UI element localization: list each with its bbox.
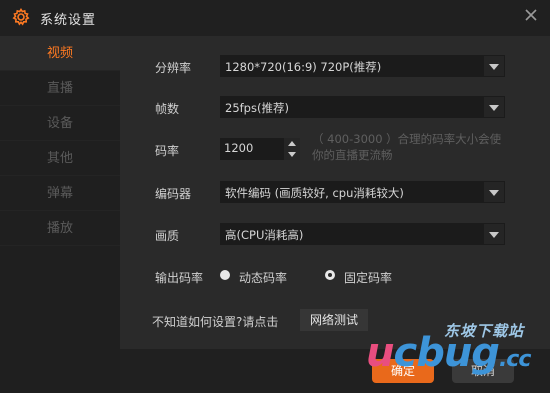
watermark-logo-suffix: .cc <box>498 347 531 372</box>
bitrate-hint: （ 400-3000 ）合理的码率大小会使 你的直播更流畅 <box>312 131 512 163</box>
gear-icon <box>12 8 30 26</box>
chevron-down-icon[interactable] <box>484 56 504 76</box>
encoder-value: 软件编码 (画质较好, cpu消耗较大) <box>225 186 404 200</box>
framerate-value: 25fps(推荐) <box>225 101 289 115</box>
site-watermark: 东坡下载站 ucbug.cc <box>366 312 550 390</box>
bitrate-stepper-buttons <box>284 138 300 160</box>
video-settings-panel: 分辨率 1280*720(16:9) 720P(推荐) 帧数 25fps(推荐)… <box>120 36 550 349</box>
increment-icon[interactable] <box>284 138 300 149</box>
help-text: 不知道如何设置?请点击 <box>152 315 279 329</box>
close-icon[interactable] <box>524 8 538 22</box>
title-bar: 系统设置 <box>0 0 550 36</box>
radio-checked-icon[interactable] <box>325 270 335 280</box>
sidebar-item-device[interactable]: 设备 <box>0 106 120 141</box>
bitrate-stepper[interactable]: 1200 <box>220 138 300 160</box>
encoder-select[interactable]: 软件编码 (画质较好, cpu消耗较大) <box>220 181 505 203</box>
watermark-logo-u: u <box>366 330 395 376</box>
radio-label: 动态码率 <box>239 271 288 285</box>
radio-label: 固定码率 <box>344 271 393 285</box>
network-test-button[interactable]: 网络测试 <box>300 309 368 331</box>
quality-value: 高(CPU消耗高) <box>225 228 304 242</box>
settings-dialog: 系统设置 视频 直播 设备 其他 弹幕 播放 分辨率 1280*720(16:9… <box>0 0 550 393</box>
output-bitrate-label: 输出码率 <box>155 271 204 285</box>
chevron-down-icon[interactable] <box>484 97 504 117</box>
decrement-icon[interactable] <box>284 149 300 160</box>
sidebar-item-live[interactable]: 直播 <box>0 71 120 106</box>
sidebar: 视频 直播 设备 其他 弹幕 播放 <box>0 36 120 393</box>
quality-select[interactable]: 高(CPU消耗高) <box>220 223 505 245</box>
quality-label: 画质 <box>155 229 180 243</box>
resolution-label: 分辨率 <box>155 61 192 75</box>
bitrate-value[interactable]: 1200 <box>224 141 253 155</box>
framerate-label: 帧数 <box>155 102 180 116</box>
sidebar-item-other[interactable]: 其他 <box>0 141 120 176</box>
encoder-label: 编码器 <box>155 187 192 201</box>
chevron-down-icon[interactable] <box>484 182 504 202</box>
radio-unchecked-icon[interactable] <box>220 270 230 280</box>
watermark-logo-rest: cbug <box>393 330 499 376</box>
window-title: 系统设置 <box>40 13 97 28</box>
sidebar-item-video[interactable]: 视频 <box>0 36 120 71</box>
bitrate-label: 码率 <box>155 144 180 158</box>
resolution-value: 1280*720(16:9) 720P(推荐) <box>225 60 382 74</box>
bitrate-hint-line2: 你的直播更流畅 <box>312 148 393 162</box>
bitrate-hint-line1: （ 400-3000 ）合理的码率大小会使 <box>312 132 502 146</box>
sidebar-item-danmaku[interactable]: 弹幕 <box>0 176 120 211</box>
watermark-logo: ucbug.cc <box>366 330 531 376</box>
resolution-select[interactable]: 1280*720(16:9) 720P(推荐) <box>220 55 505 77</box>
sidebar-item-playback[interactable]: 播放 <box>0 211 120 246</box>
chevron-down-icon[interactable] <box>484 224 504 244</box>
framerate-select[interactable]: 25fps(推荐) <box>220 96 505 118</box>
